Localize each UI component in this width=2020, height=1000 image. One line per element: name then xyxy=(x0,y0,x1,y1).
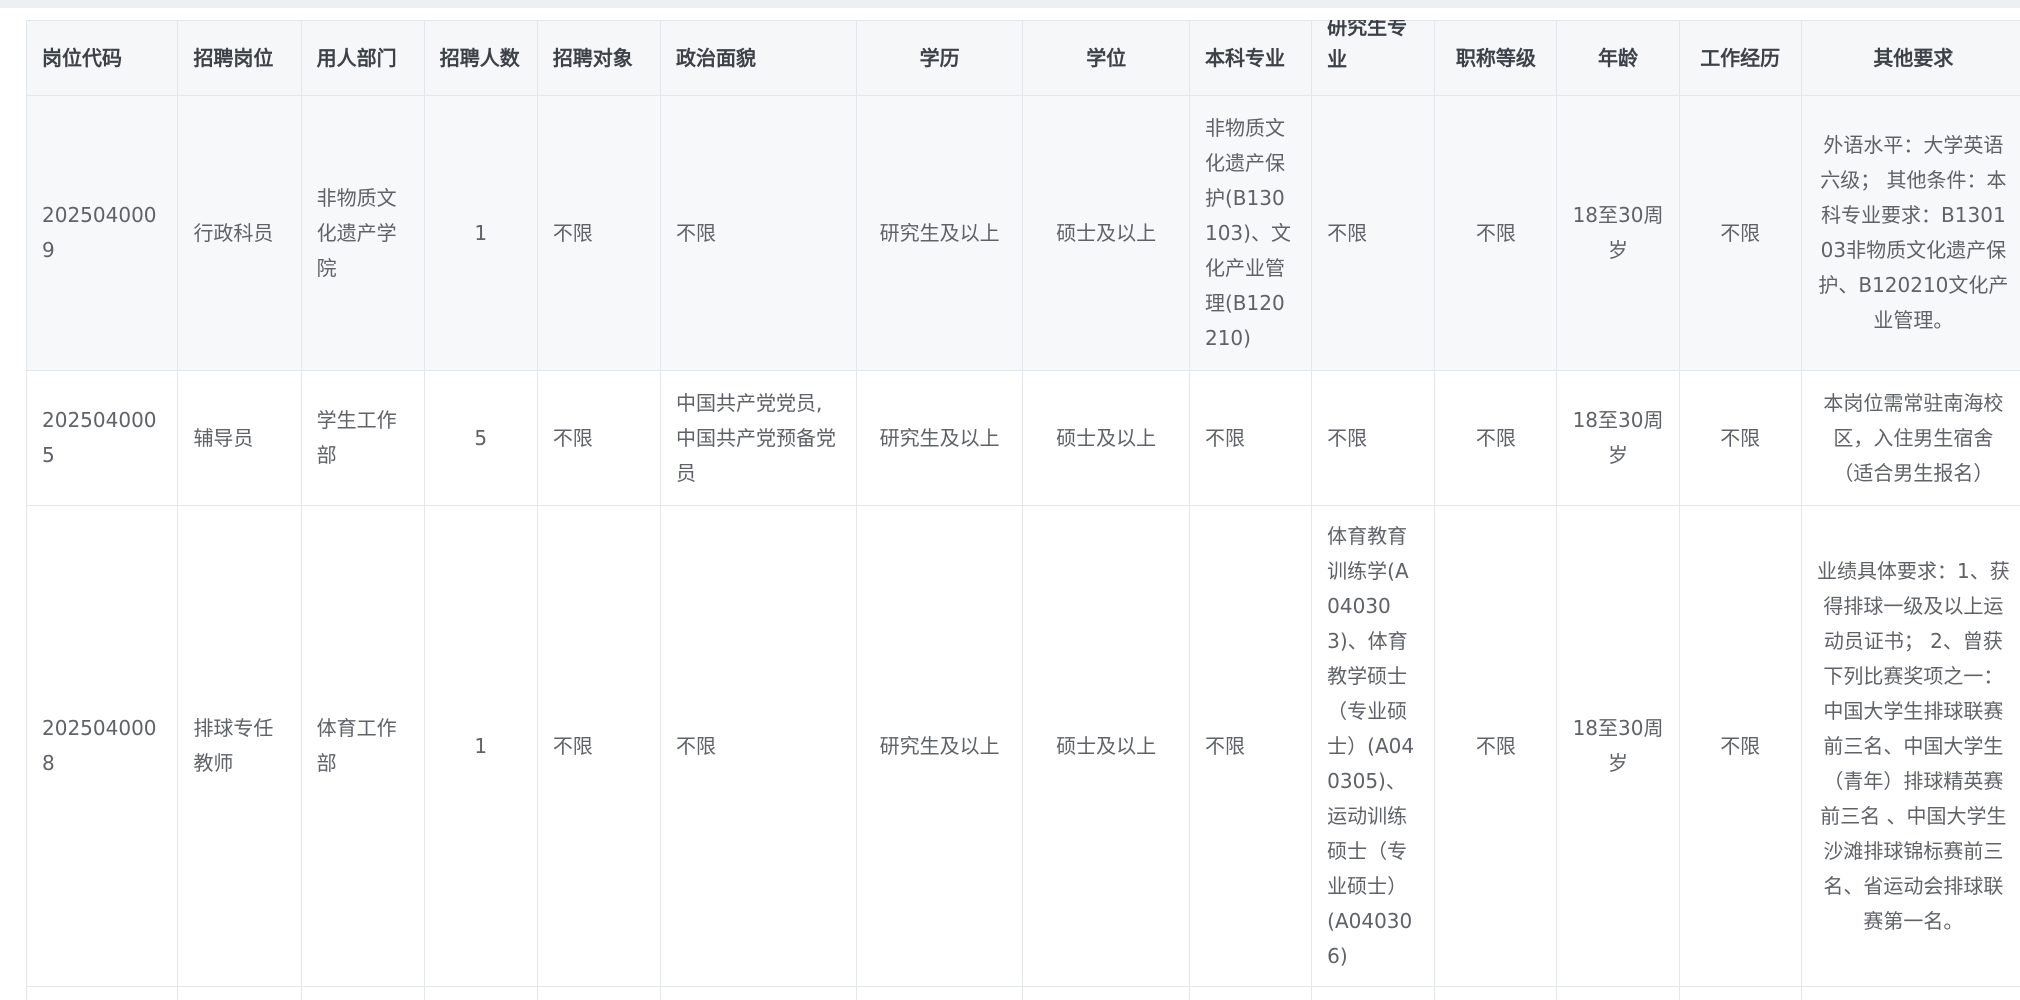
cell-age: 18至30周岁 xyxy=(1557,371,1679,506)
cell-political: 中国共产党党员,中国共产党预备党员 xyxy=(660,371,856,506)
cell-target: 不限 xyxy=(537,96,660,371)
column-header-political: 政治面貌 xyxy=(660,21,856,96)
cell-degree: 硕士及以上 xyxy=(1023,506,1190,987)
cell-undergrad-major: 非物质文化遗产保护(B130103)、文化产业管理(B120210) xyxy=(1189,96,1311,371)
column-header-position: 招聘岗位 xyxy=(178,21,301,96)
cell-count: 5 xyxy=(424,371,537,506)
cell-code: 2025040005 xyxy=(27,371,178,506)
table-header-row: 岗位代码 招聘岗位 用人部门 招聘人数 招聘对象 政治面貌 学历 学位 本科专业… xyxy=(27,21,2020,96)
cell-education: 研究生及以上 xyxy=(856,96,1023,371)
cell-grad-major: 不限 xyxy=(1312,371,1435,506)
table-row: 2025040008 排球专任教师 体育工作部 1 不限 不限 研究生及以上 硕… xyxy=(27,506,2020,987)
cell-experience: 不限 xyxy=(1679,506,1801,987)
column-header-grad-major: 研究生专业 xyxy=(1312,21,1435,96)
cell-position: 行政科员 xyxy=(178,96,301,371)
column-header-undergrad-major: 本科专业 xyxy=(1189,21,1311,96)
cell-other: 本岗位需常驻南海校区，入住男生宿舍（适合男生报名） xyxy=(1801,371,2020,506)
cell-department: 体育工作部 xyxy=(301,506,424,987)
cell-experience: 不限 xyxy=(1679,96,1801,371)
cell-other: 外语水平：大学英语六级； 其他条件：本科专业要求：B130103非物质文化遗产保… xyxy=(1801,96,2020,371)
cell-title-level: 不限 xyxy=(1435,96,1557,371)
cell-count: 1 xyxy=(424,506,537,987)
cell-title-level: 不限 xyxy=(1435,371,1557,506)
column-header-title-level: 职称等级 xyxy=(1435,21,1557,96)
cell-other: 业绩具体要求：1、获得排球一级及以上运动员证书； 2、曾获下列比赛奖项之一：中国… xyxy=(1801,506,2020,987)
column-header-department: 用人部门 xyxy=(301,21,424,96)
cell-target: 不限 xyxy=(537,371,660,506)
cell-position: 辅导员 xyxy=(178,371,301,506)
cell-degree: 硕士及以上 xyxy=(1023,96,1190,371)
cell-department: 学生工作部 xyxy=(301,371,424,506)
column-header-experience: 工作经历 xyxy=(1679,21,1801,96)
table-row: 2025040009 行政科员 非物质文化遗产学院 1 不限 不限 研究生及以上… xyxy=(27,96,2020,371)
cell-undergrad-major: 不限 xyxy=(1189,371,1311,506)
column-header-target: 招聘对象 xyxy=(537,21,660,96)
cell-target: 不限 xyxy=(537,506,660,987)
cell-age: 18至30周岁 xyxy=(1557,96,1679,371)
cell-age: 18至30周岁 xyxy=(1557,506,1679,987)
cell-grad-major: 体育教育训练学(A040303)、体育教学硕士（专业硕士）(A040305)、运… xyxy=(1312,506,1435,987)
cell-position: 排球专任教师 xyxy=(178,506,301,987)
cell-political: 不限 xyxy=(660,506,856,987)
cell-code: 2025040009 xyxy=(27,96,178,371)
cell-degree: 硕士及以上 xyxy=(1023,371,1190,506)
column-header-count: 招聘人数 xyxy=(424,21,537,96)
cell-political: 不限 xyxy=(660,96,856,371)
cell-title-level: 不限 xyxy=(1435,506,1557,987)
table-row-partial xyxy=(27,987,2020,1000)
cell-count: 1 xyxy=(424,96,537,371)
cell-code: 2025040008 xyxy=(27,506,178,987)
top-scroll-strip xyxy=(0,0,2020,8)
column-header-degree: 学位 xyxy=(1023,21,1190,96)
recruitment-table-container: 岗位代码 招聘岗位 用人部门 招聘人数 招聘对象 政治面貌 学历 学位 本科专业… xyxy=(26,20,2020,1000)
table-row: 2025040005 辅导员 学生工作部 5 不限 中国共产党党员,中国共产党预… xyxy=(27,371,2020,506)
column-header-grad-major-text: 研究生专业 xyxy=(1327,20,1419,75)
cell-experience: 不限 xyxy=(1679,371,1801,506)
cell-education: 研究生及以上 xyxy=(856,506,1023,987)
column-header-age: 年龄 xyxy=(1557,21,1679,96)
recruitment-table: 岗位代码 招聘岗位 用人部门 招聘人数 招聘对象 政治面貌 学历 学位 本科专业… xyxy=(26,20,2020,1000)
column-header-code: 岗位代码 xyxy=(27,21,178,96)
column-header-other: 其他要求 xyxy=(1801,21,2020,96)
column-header-education: 学历 xyxy=(856,21,1023,96)
cell-department: 非物质文化遗产学院 xyxy=(301,96,424,371)
cell-undergrad-major: 不限 xyxy=(1189,506,1311,987)
cell-grad-major: 不限 xyxy=(1312,96,1435,371)
cell-education: 研究生及以上 xyxy=(856,371,1023,506)
